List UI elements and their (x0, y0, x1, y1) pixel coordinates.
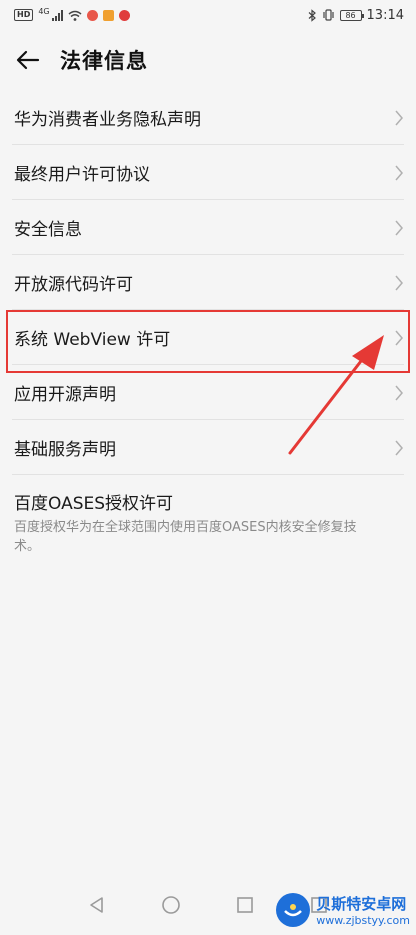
page-title: 法律信息 (60, 49, 148, 73)
clock: 13:14 (366, 7, 404, 23)
chevron-right-icon (395, 110, 403, 125)
chevron-right-icon (395, 385, 403, 400)
status-right: 86 13:14 (308, 8, 404, 23)
triangle-back-icon (90, 897, 103, 913)
back-button[interactable] (0, 32, 56, 88)
legal-info-list: 华为消费者业务隐私声明 最终用户许可协议 安全信息 开放源代码许可 系统 Web… (0, 90, 416, 568)
list-item-label: 系统 WebView 许可 (14, 330, 171, 350)
chevron-right-icon (395, 330, 403, 345)
watermark-text: 贝斯特安卓网 www.zjbstyy.com (316, 893, 410, 927)
status-bar: HD 4G 86 13:14 (0, 0, 416, 30)
app-header: 法律信息 (0, 30, 416, 90)
watermark-url: www.zjbstyy.com (316, 914, 410, 927)
app-notification-icon (102, 9, 114, 21)
nav-recents-button[interactable] (233, 893, 257, 917)
app-notification-icon (86, 9, 98, 21)
list-item-label: 应用开源声明 (14, 385, 116, 405)
wifi-icon (68, 10, 82, 21)
signal-icon (51, 9, 63, 21)
status-left: HD 4G (14, 6, 130, 21)
annotation-arrow-icon (288, 335, 384, 455)
nav-home-button[interactable] (159, 893, 183, 917)
chevron-right-icon (395, 440, 403, 455)
list-item-label: 华为消费者业务隐私声明 (14, 110, 201, 130)
list-item-eula[interactable]: 最终用户许可协议 (0, 145, 416, 200)
list-item-description: 百度授权华为在全球范围内使用百度OASES内核安全修复技术。 (14, 520, 357, 554)
chevron-right-icon (395, 275, 403, 290)
circle-home-icon (162, 896, 180, 914)
list-item-privacy[interactable]: 华为消费者业务隐私声明 (0, 90, 416, 145)
list-item-oases[interactable]: 百度OASES授权许可 百度授权华为在全球范围内使用百度OASES内核安全修复技… (0, 475, 416, 568)
hd-badge: HD (14, 9, 34, 21)
watermark: 贝斯特安卓网 www.zjbstyy.com (276, 893, 410, 927)
app-notification-icon (118, 9, 130, 21)
square-recents-icon (237, 897, 253, 913)
watermark-name: 贝斯特安卓网 (316, 895, 407, 913)
bluetooth-icon (308, 8, 316, 22)
list-item-label: 安全信息 (14, 220, 82, 240)
list-item-label: 百度OASES授权许可 (14, 494, 174, 514)
back-arrow-icon (16, 50, 40, 70)
network-type: 4G (38, 6, 50, 16)
list-item-label: 最终用户许可协议 (14, 165, 150, 185)
nav-back-button[interactable] (85, 893, 109, 917)
battery-icon: 86 (339, 9, 364, 21)
watermark-logo-icon (276, 893, 311, 927)
list-item-open-source[interactable]: 开放源代码许可 (0, 255, 416, 310)
list-item-label: 开放源代码许可 (14, 275, 133, 295)
chevron-right-icon (395, 220, 403, 235)
chevron-right-icon (395, 165, 403, 180)
list-item-security[interactable]: 安全信息 (0, 200, 416, 255)
list-item-label: 基础服务声明 (14, 440, 116, 460)
vibrate-icon (322, 9, 334, 21)
